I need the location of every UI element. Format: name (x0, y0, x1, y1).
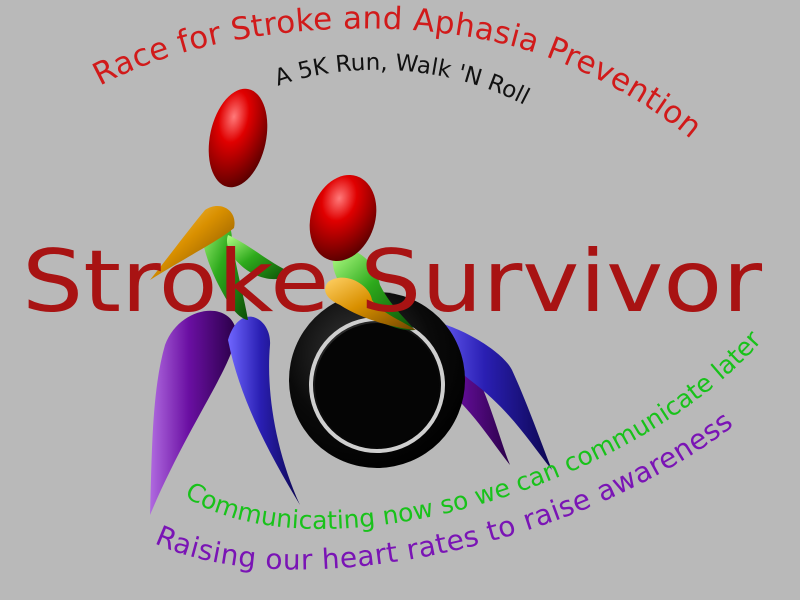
standing-figure-leg-blue (228, 316, 300, 505)
standing-figure-head (208, 88, 268, 188)
logo-canvas: Race for Stroke and Aphasia Prevention A… (0, 0, 800, 600)
subtitle-arc-text: A 5K Run, Walk 'N Roll (271, 50, 533, 111)
logo-artwork: Race for Stroke and Aphasia Prevention A… (22, 0, 767, 576)
wheelchair-hub (315, 323, 439, 447)
main-title: Stroke Survivor (22, 232, 763, 332)
